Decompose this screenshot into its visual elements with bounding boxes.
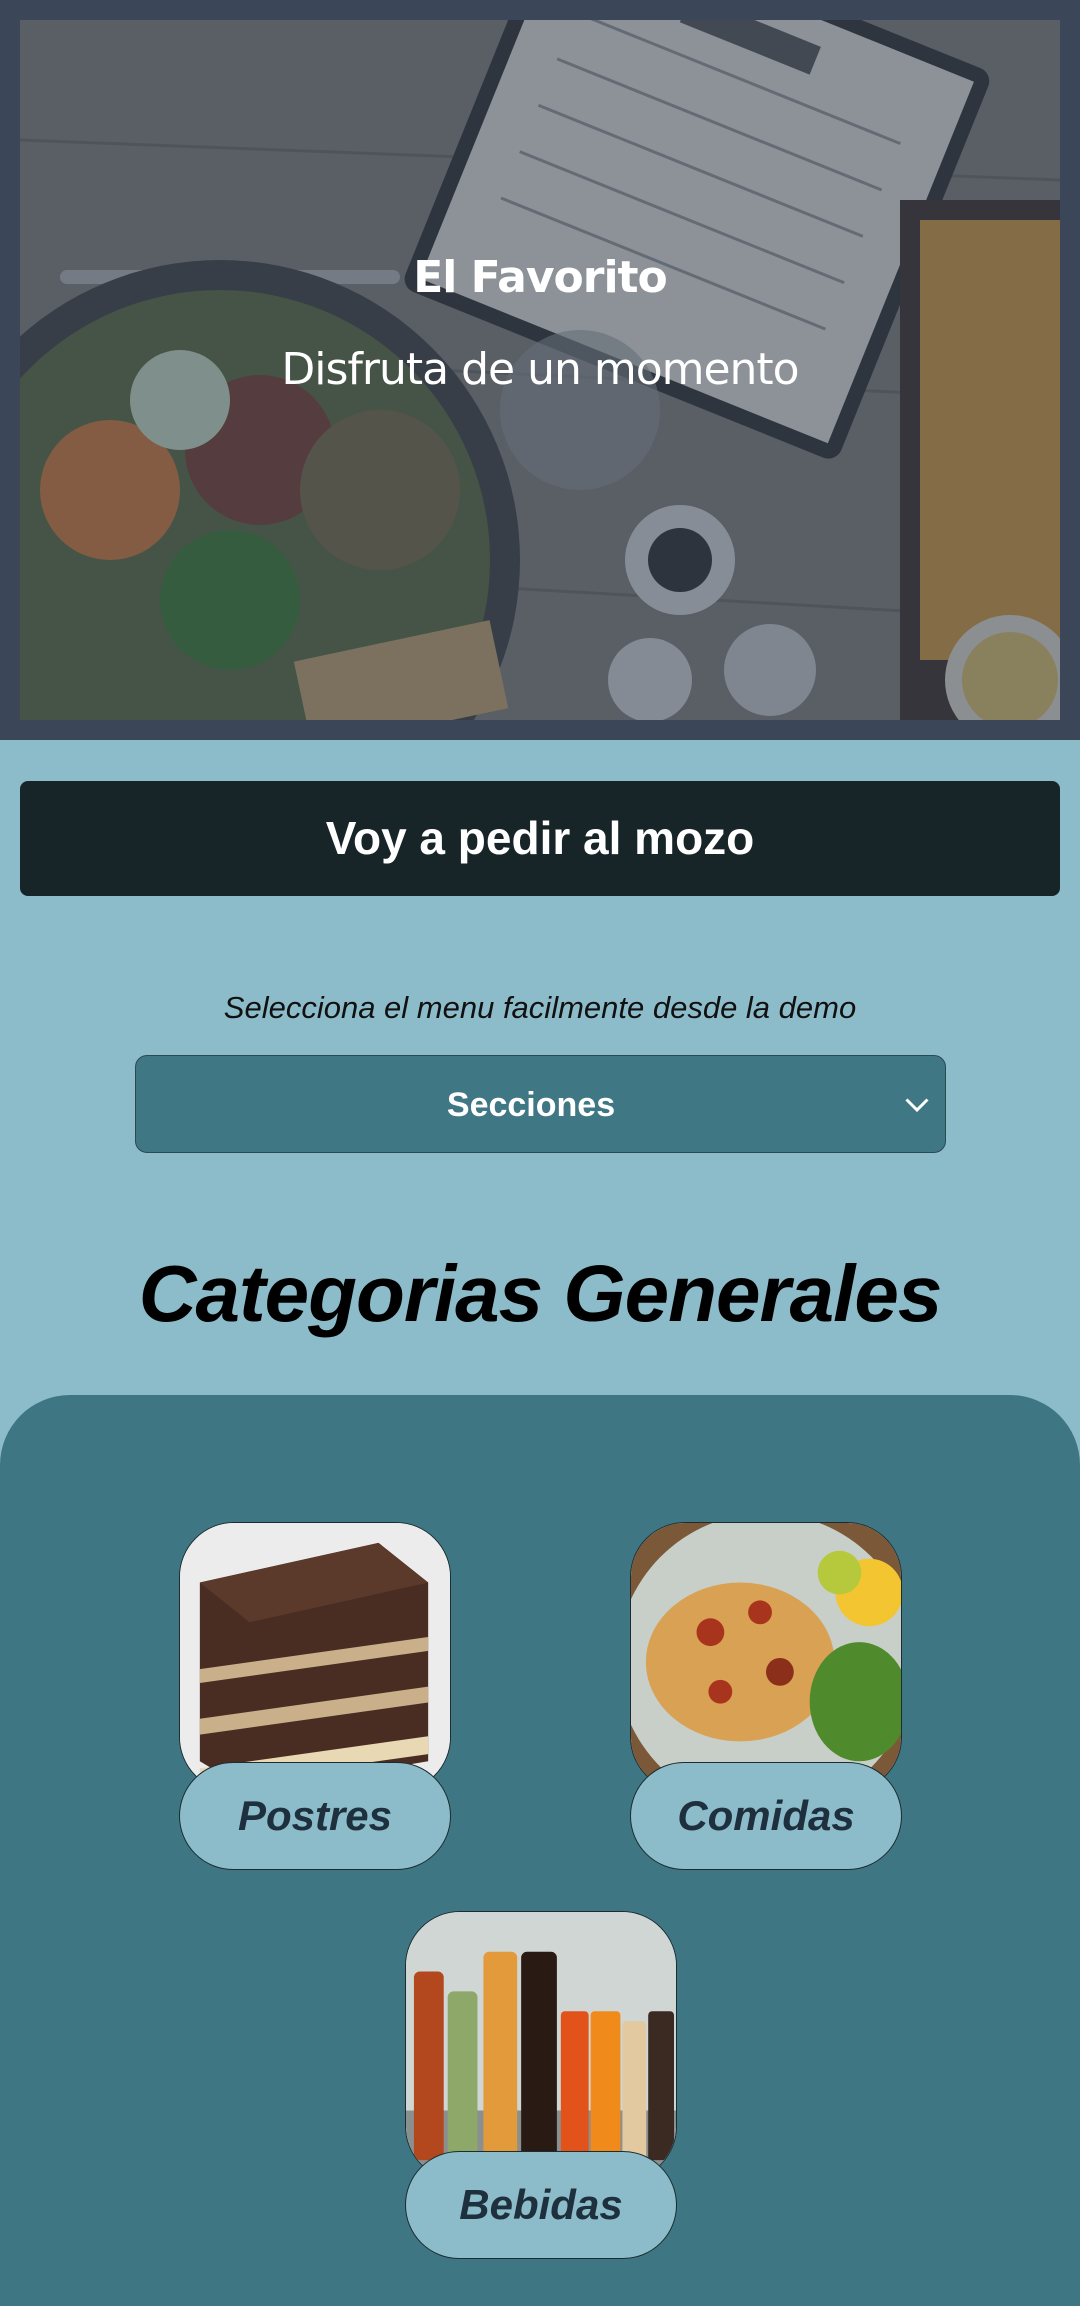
category-label-postres: Postres	[179, 1762, 451, 1870]
categories-heading: Categorias Generales	[138, 1249, 943, 1338]
hero-banner: El Favorito Disfruta de un momento	[0, 0, 1080, 740]
chevron-down-icon	[905, 1098, 929, 1113]
category-card-postres[interactable]: Postres	[179, 1522, 451, 1870]
call-waiter-button[interactable]: Voy a pedir al mozo	[20, 781, 1060, 896]
category-label-comidas: Comidas	[630, 1762, 902, 1870]
grilled-fish-photo	[630, 1522, 902, 1792]
restaurant-tagline: Disfruta de un momento	[281, 344, 799, 395]
bottles-photo	[405, 1911, 677, 2181]
cake-photo	[179, 1522, 451, 1792]
sections-dropdown[interactable]: Secciones	[135, 1055, 946, 1153]
category-card-bebidas[interactable]: Bebidas	[405, 1911, 677, 2259]
category-label-bebidas: Bebidas	[405, 2151, 677, 2259]
sections-dropdown-value: Secciones	[446, 1086, 616, 1124]
category-card-comidas[interactable]: Comidas	[630, 1522, 902, 1870]
restaurant-name: El Favorito	[413, 252, 668, 303]
menu-select-instruction: Selecciona el menu facilmente desde la d…	[223, 990, 857, 1025]
